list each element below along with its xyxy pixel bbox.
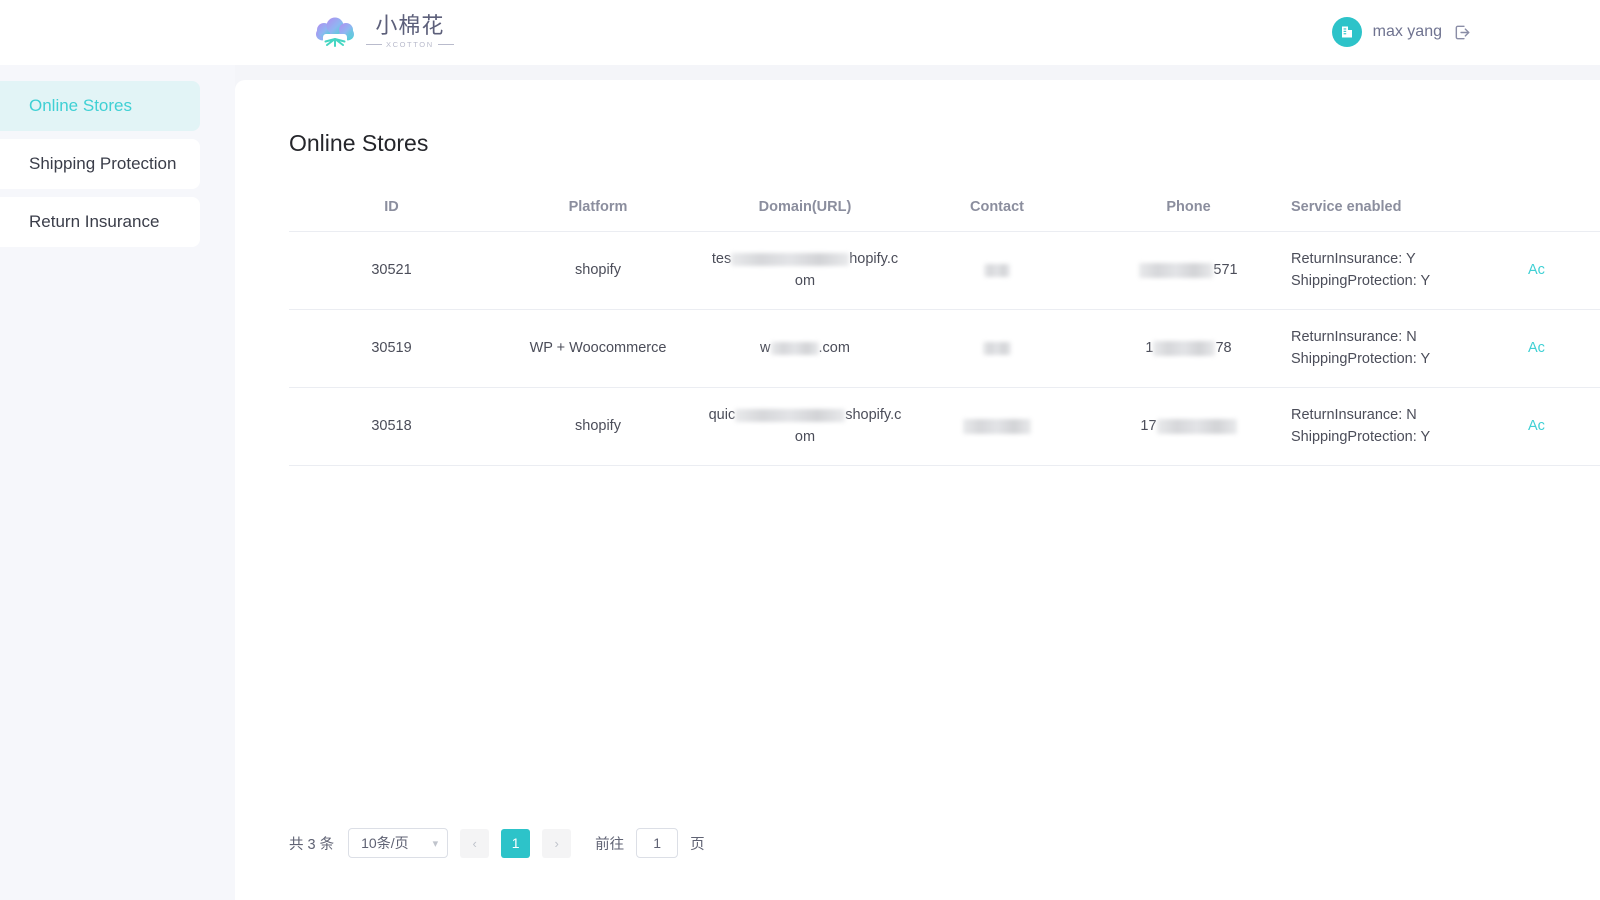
- user-name: max yang: [1373, 23, 1442, 41]
- cell-phone: 1 78: [1086, 309, 1291, 387]
- phone-suffix: 78: [1215, 340, 1231, 356]
- brand-logo[interactable]: 小棉花 XCOTTON: [313, 12, 454, 52]
- action-link[interactable]: Ac: [1528, 418, 1545, 434]
- cell-platform: shopify: [494, 387, 702, 465]
- action-link[interactable]: Ac: [1528, 262, 1545, 278]
- app-header: 小棉花 XCOTTON max yang: [0, 0, 1600, 65]
- action-link[interactable]: Ac: [1528, 340, 1545, 356]
- sidebar-item-return-insurance[interactable]: Return Insurance: [0, 197, 200, 247]
- cell-id: 30521: [289, 232, 494, 310]
- table-header: ID Platform Domain(URL) Contact Phone Se…: [289, 185, 1600, 232]
- column-header-platform: Platform: [494, 185, 702, 232]
- sidebar: Online Stores Shipping Protection Return…: [0, 65, 235, 900]
- cell-contact: [908, 309, 1086, 387]
- cell-id: 30519: [289, 309, 494, 387]
- brand-text: 小棉花 XCOTTON: [366, 15, 454, 49]
- sidebar-item-label: Return Insurance: [29, 212, 159, 232]
- column-header-domain: Domain(URL): [702, 185, 908, 232]
- cell-service-enabled: ReturnInsurance: N ShippingProtection: Y: [1291, 309, 1506, 387]
- page-number-1[interactable]: 1: [501, 829, 530, 858]
- redacted-contact: [983, 342, 1011, 355]
- redacted-contact: [984, 264, 1010, 277]
- redacted-phone: [1153, 341, 1215, 356]
- user-area: max yang: [1332, 17, 1472, 47]
- redacted-contact: [963, 419, 1031, 434]
- sidebar-item-label: Online Stores: [29, 96, 132, 116]
- domain-prefix: quic: [709, 407, 736, 423]
- return-insurance-status: ReturnInsurance: Y: [1291, 248, 1500, 270]
- sidebar-item-label: Shipping Protection: [29, 154, 176, 174]
- building-icon: [1339, 24, 1355, 40]
- main-content-card: Online Stores ID Platform Domain(URL) Co…: [235, 80, 1600, 900]
- cell-action: Ac: [1506, 387, 1600, 465]
- sidebar-item-shipping-protection[interactable]: Shipping Protection: [0, 139, 200, 189]
- redacted-domain: [731, 253, 849, 266]
- cell-platform: WP + Woocommerce: [494, 309, 702, 387]
- redacted-domain: [735, 409, 845, 422]
- table-row[interactable]: 30518 shopify quicshopify.com 17 ReturnI…: [289, 387, 1600, 465]
- jump-to-page-input[interactable]: [636, 828, 678, 858]
- return-insurance-status: ReturnInsurance: N: [1291, 404, 1500, 426]
- total-count-label: 共 3 条: [289, 833, 334, 854]
- phone-suffix: 571: [1213, 262, 1237, 278]
- next-page-button[interactable]: ›: [542, 829, 571, 858]
- logout-icon[interactable]: [1453, 23, 1472, 42]
- cell-phone: 571: [1086, 232, 1291, 310]
- sidebar-item-online-stores[interactable]: Online Stores: [0, 81, 200, 131]
- page-size-select[interactable]: 10条/页 ▾: [348, 828, 448, 858]
- cell-phone: 17: [1086, 387, 1291, 465]
- cell-action: Ac: [1506, 232, 1600, 310]
- cell-id: 30518: [289, 387, 494, 465]
- prev-page-button[interactable]: ‹: [460, 829, 489, 858]
- brand-name-en: XCOTTON: [386, 40, 434, 49]
- return-insurance-status: ReturnInsurance: N: [1291, 326, 1500, 348]
- stores-table-wrapper: ID Platform Domain(URL) Contact Phone Se…: [289, 185, 1600, 466]
- stores-table: ID Platform Domain(URL) Contact Phone Se…: [289, 185, 1600, 466]
- column-header-phone: Phone: [1086, 185, 1291, 232]
- cell-service-enabled: ReturnInsurance: N ShippingProtection: Y: [1291, 387, 1506, 465]
- rule-left: [366, 44, 382, 45]
- phone-prefix: 17: [1140, 418, 1156, 434]
- table-body: 30521 shopify teshopify.com 571 ReturnIn…: [289, 232, 1600, 466]
- redacted-phone: [1139, 263, 1213, 278]
- column-header-contact: Contact: [908, 185, 1086, 232]
- shipping-protection-status: ShippingProtection: Y: [1291, 348, 1500, 370]
- cotton-flower-icon: [313, 12, 357, 52]
- cell-service-enabled: ReturnInsurance: Y ShippingProtection: Y: [1291, 232, 1506, 310]
- page-size-value: 10条/页: [361, 833, 408, 853]
- table-row[interactable]: 30521 shopify teshopify.com 571 ReturnIn…: [289, 232, 1600, 310]
- redacted-domain: [771, 342, 819, 355]
- column-header-action: [1506, 185, 1600, 232]
- avatar[interactable]: [1332, 17, 1362, 47]
- column-header-service-enabled: Service enabled: [1291, 185, 1506, 232]
- jump-to-label: 前往: [595, 833, 624, 854]
- column-header-id: ID: [289, 185, 494, 232]
- page-title: Online Stores: [289, 130, 428, 157]
- phone-prefix: 1: [1145, 340, 1153, 356]
- brand-name-cn: 小棉花: [375, 15, 444, 39]
- jump-to-suffix: 页: [690, 833, 705, 854]
- pagination: 共 3 条 10条/页 ▾ ‹ 1 › 前往 页: [289, 828, 705, 858]
- cell-contact: [908, 232, 1086, 310]
- domain-prefix: tes: [712, 251, 731, 267]
- domain-suffix: .com: [819, 340, 850, 356]
- redacted-phone: [1157, 419, 1237, 434]
- cell-domain: teshopify.com: [702, 232, 908, 310]
- cell-action: Ac: [1506, 309, 1600, 387]
- chevron-down-icon: ▾: [433, 837, 439, 850]
- cell-contact: [908, 387, 1086, 465]
- shipping-protection-status: ShippingProtection: Y: [1291, 270, 1500, 292]
- cell-domain: quicshopify.com: [702, 387, 908, 465]
- domain-prefix: w: [760, 340, 770, 356]
- table-row[interactable]: 30519 WP + Woocommerce w .com 1 78 ReturnI…: [289, 309, 1600, 387]
- table-header-row: ID Platform Domain(URL) Contact Phone Se…: [289, 185, 1600, 232]
- shipping-protection-status: ShippingProtection: Y: [1291, 426, 1500, 448]
- brand-name-en-row: XCOTTON: [366, 40, 454, 49]
- rule-right: [438, 44, 454, 45]
- cell-domain: w .com: [702, 309, 908, 387]
- cell-platform: shopify: [494, 232, 702, 310]
